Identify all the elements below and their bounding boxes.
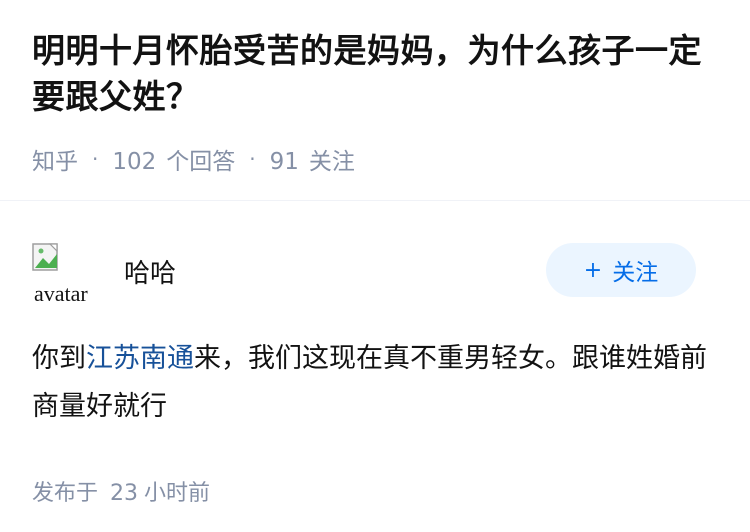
question-title[interactable]: 明明十月怀胎受苦的是妈妈，为什么孩子一定要跟父姓？ [32,28,718,120]
answer-content: 你到江苏南通来，我们这现在真不重男轻女。跟谁姓婚前商量好就行 [32,335,718,431]
avatar-alt-text: avatar [34,281,88,306]
avatar[interactable]: avatar [32,241,100,309]
broken-image-icon [32,243,58,271]
content-text-before: 你到 [32,343,86,374]
answer-count-link[interactable]: 102 个回答 [112,142,235,176]
meta-separator: · [92,147,99,171]
question-meta: 知乎 · 102 个回答 · 91 关注 [32,142,718,176]
answer-count: 102 [112,149,157,175]
follow-count-label: 关注 [308,149,355,175]
meta-separator: · [249,147,256,171]
answer-timestamp: 发布于 23 小时前 [32,475,718,507]
author-name[interactable]: 哈哈 [124,253,176,290]
follow-button-label: 关注 [612,260,659,286]
answer-card: avatar 哈哈 + 关注 你到江苏南通来，我们这现在真不重男轻女。跟谁姓婚前… [0,241,750,507]
plus-icon: + [583,257,603,283]
answer-count-label: 个回答 [166,149,236,175]
timestamp-unit: 小时前 [144,481,211,506]
section-divider [0,200,750,201]
question-header: 明明十月怀胎受苦的是妈妈，为什么孩子一定要跟父姓？ 知乎 · 102 个回答 · … [0,0,750,175]
location-link[interactable]: 江苏南通 [86,343,194,374]
source-label[interactable]: 知乎 [32,142,78,176]
timestamp-prefix: 发布于 [32,481,99,506]
follow-button[interactable]: + 关注 [546,243,696,297]
follow-count: 91 [269,149,299,175]
author-row: avatar 哈哈 + 关注 [32,241,718,311]
follow-count-link[interactable]: 91 关注 [270,142,355,176]
timestamp-value: 23 [110,481,139,506]
